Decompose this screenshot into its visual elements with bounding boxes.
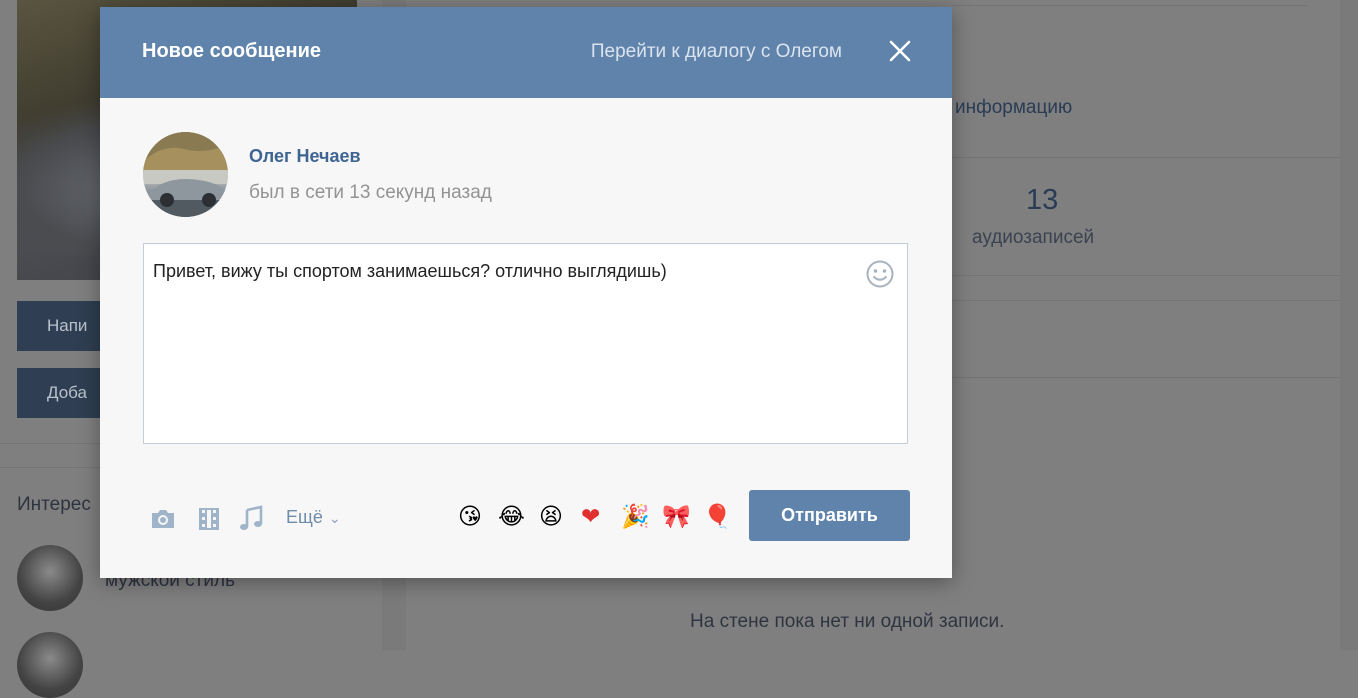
camera-icon[interactable] bbox=[148, 504, 178, 534]
group-avatar[interactable] bbox=[17, 545, 83, 611]
recipient-name-link[interactable]: Олег Нечаев bbox=[249, 146, 361, 167]
goto-dialog-link[interactable]: Перейти к диалогу с Олегом bbox=[591, 41, 842, 63]
modal-title: Новое сообщение bbox=[142, 40, 321, 62]
new-message-modal: Новое сообщение Перейти к диалогу с Олег… bbox=[100, 7, 952, 578]
audio-label[interactable]: аудиозаписей bbox=[972, 227, 1094, 249]
wall-empty-text: На стене пока нет ни одной записи. bbox=[690, 611, 1005, 632]
recipient-status: был в сети 13 секунд назад bbox=[249, 182, 492, 203]
modal-header: Новое сообщение Перейти к диалогу с Олег… bbox=[100, 7, 952, 98]
show-info-link[interactable]: информацию bbox=[955, 97, 1072, 119]
interests-label: Интерес bbox=[17, 494, 91, 515]
more-attachments-button[interactable]: Ещё ⌄ bbox=[286, 507, 341, 528]
divider bbox=[952, 275, 1340, 276]
message-text[interactable]: Привет, вижу ты спортом занимаешься? отл… bbox=[153, 261, 667, 282]
divider bbox=[952, 377, 1340, 378]
recipient-avatar[interactable] bbox=[143, 132, 228, 217]
chevron-down-icon: ⌄ bbox=[328, 510, 341, 526]
video-icon[interactable] bbox=[194, 504, 224, 534]
emoji-balloon-icon[interactable]: 🎈 bbox=[703, 502, 732, 532]
emoji-tired-icon[interactable]: 😫 bbox=[539, 502, 563, 532]
emoji-ribbon-icon[interactable]: 🎀 bbox=[662, 502, 691, 532]
smile-icon[interactable] bbox=[865, 259, 895, 289]
close-icon[interactable] bbox=[888, 39, 912, 63]
divider bbox=[952, 5, 1307, 6]
audio-count[interactable]: 13 bbox=[1026, 184, 1058, 217]
emoji-kiss-icon[interactable]: 😘 bbox=[458, 502, 482, 532]
more-label: Ещё bbox=[286, 507, 323, 527]
emoji-heart-icon[interactable]: ❤ bbox=[581, 502, 600, 532]
emoji-laugh-icon[interactable]: 😂 bbox=[498, 502, 525, 532]
emoji-party-icon[interactable]: 🎉 bbox=[621, 502, 650, 532]
group-avatar[interactable] bbox=[17, 632, 83, 698]
divider bbox=[952, 157, 1340, 158]
divider bbox=[952, 300, 1340, 301]
page-edge bbox=[1340, 0, 1358, 650]
message-input[interactable]: Привет, вижу ты спортом занимаешься? отл… bbox=[143, 243, 908, 444]
music-icon[interactable] bbox=[236, 504, 266, 534]
send-button[interactable]: Отправить bbox=[749, 490, 910, 541]
